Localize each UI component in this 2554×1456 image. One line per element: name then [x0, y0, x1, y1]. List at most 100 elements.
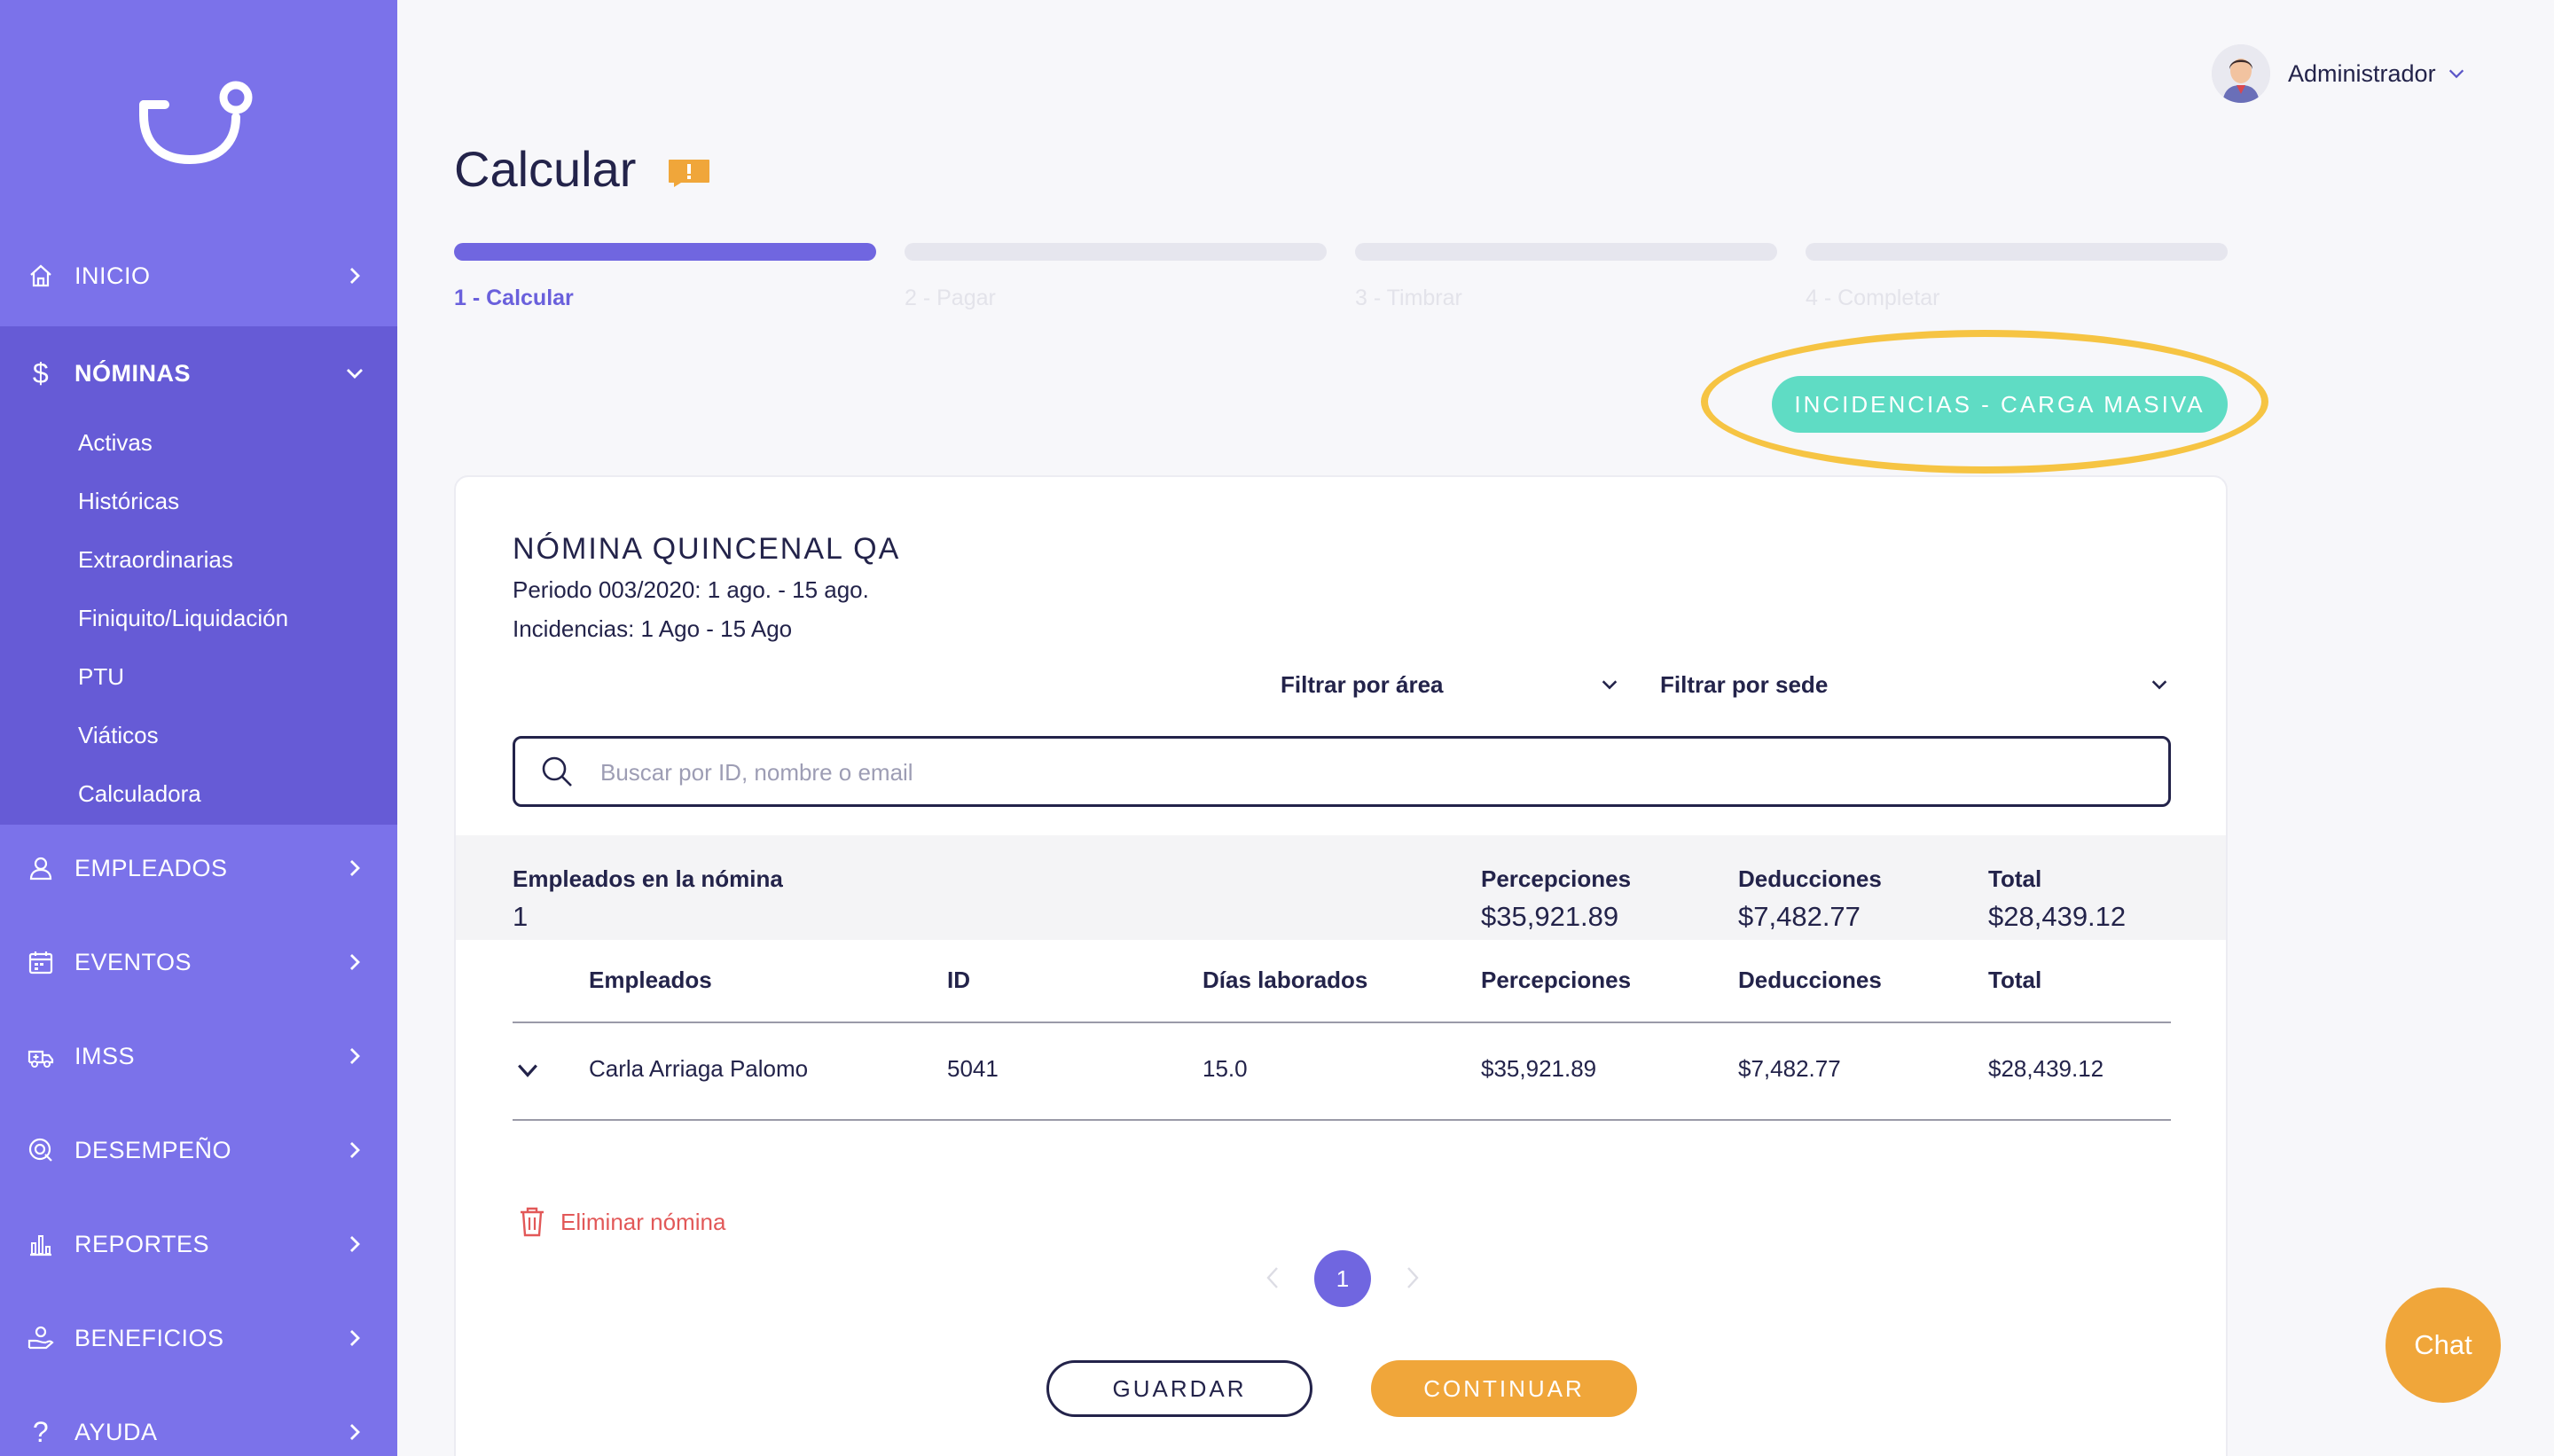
payroll-card: NÓMINA QUINCENAL QA Periodo 003/2020: 1 …	[454, 475, 2228, 1456]
chevron-down-icon	[347, 369, 363, 379]
col-header-percepciones: Percepciones	[1481, 967, 1632, 993]
cell-days-worked: 15.0	[1203, 1055, 1248, 1082]
sidebar-item-label: INICIO	[74, 262, 151, 289]
step-bar-timbrar	[1355, 243, 1777, 261]
table-divider	[513, 1119, 2171, 1121]
home-icon	[27, 262, 55, 290]
hand-benefit-icon	[27, 1324, 55, 1352]
pagination-prev-icon[interactable]	[1263, 1264, 1282, 1291]
continue-button[interactable]: CONTINUAR	[1371, 1360, 1637, 1417]
page-title: Calcular	[454, 141, 637, 197]
summary-employees-label: Empleados en la nómina	[513, 865, 783, 892]
sidebar-item-label: EVENTOS	[74, 948, 192, 975]
trash-icon	[521, 1207, 544, 1237]
step-bar-calcular	[454, 243, 876, 261]
step-bar-pagar	[905, 243, 1327, 261]
calendar-icon	[27, 948, 55, 976]
pagination-next-icon[interactable]	[1403, 1264, 1422, 1291]
sidebar-item-inicio[interactable]: INICIO	[0, 229, 397, 323]
sidebar-item-empleados[interactable]: EMPLEADOS	[0, 821, 397, 915]
chevron-right-icon	[350, 860, 360, 876]
submenu-item-ptu[interactable]: PTU	[78, 663, 124, 691]
sidebar-item-label: DESEMPEÑO	[74, 1136, 232, 1163]
submenu-item-historicas[interactable]: Históricas	[78, 488, 179, 515]
sidebar-item-label: IMSS	[74, 1042, 136, 1069]
sidebar-item-label: AYUDA	[74, 1418, 158, 1445]
col-header-deducciones: Deducciones	[1738, 967, 1882, 993]
payroll-title: NÓMINA QUINCENAL QA	[513, 532, 901, 566]
delete-payroll-label: Eliminar nómina	[560, 1208, 726, 1235]
chat-button[interactable]: Chat	[2386, 1288, 2501, 1403]
search-input[interactable]	[600, 755, 2108, 790]
submenu-item-calculadora[interactable]: Calculadora	[78, 780, 201, 808]
bulk-incidences-button[interactable]: INCIDENCIAS - CARGA MASIVA	[1772, 376, 2228, 433]
submenu-item-finiquito[interactable]: Finiquito/Liquidación	[78, 605, 288, 632]
cell-perceptions: $35,921.89	[1481, 1055, 1597, 1082]
summary-perceptions-value: $35,921.89	[1481, 901, 1619, 932]
chevron-right-icon	[350, 1048, 360, 1064]
dollar-icon: $	[32, 356, 50, 389]
submenu-item-viaticos[interactable]: Viáticos	[78, 722, 159, 749]
sidebar-item-label: BENEFICIOS	[74, 1324, 224, 1351]
cell-employee-name[interactable]: Carla Arriaga Palomo	[589, 1055, 808, 1083]
payroll-summary: Empleados en la nómina 1 Percepciones $3…	[456, 835, 2226, 940]
delete-payroll-link[interactable]: Eliminar nómina	[518, 1204, 725, 1240]
col-header-dias: Días laborados	[1203, 967, 1368, 993]
payroll-period: Periodo 003/2020: 1 ago. - 15 ago.	[513, 576, 869, 603]
summary-deductions-value: $7,482.77	[1738, 901, 1861, 932]
sidebar: INICIO $ NÓMINAS Activas Históricas Extr…	[0, 0, 397, 1456]
table-divider	[513, 1022, 2171, 1023]
step-label-completar[interactable]: 4 - Completar	[1806, 286, 1939, 311]
cell-total: $28,439.12	[1988, 1055, 2104, 1082]
step-label-pagar[interactable]: 2 - Pagar	[905, 286, 996, 311]
payroll-incidences: Incidencias: 1 Ago - 15 Ago	[513, 615, 793, 642]
user-name: Administrador	[2288, 59, 2436, 87]
summary-total-label: Total	[1988, 865, 2042, 892]
summary-perceptions-label: Percepciones	[1481, 865, 1632, 892]
sidebar-item-label: EMPLEADOS	[74, 854, 228, 881]
app-logo	[139, 81, 253, 165]
target-icon	[27, 1136, 55, 1164]
user-menu[interactable]: Administrador	[2212, 43, 2466, 105]
sidebar-item-reportes[interactable]: REPORTES	[0, 1197, 397, 1291]
sidebar-item-ayuda[interactable]: ? AYUDA	[0, 1385, 397, 1456]
sidebar-item-nominas[interactable]: $ NÓMINAS	[0, 326, 397, 420]
filter-area-label: Filtrar por área	[1281, 670, 1444, 698]
chevron-down-icon	[1602, 680, 1618, 690]
warning-badge-icon[interactable]	[667, 158, 711, 188]
chevron-right-icon	[350, 268, 360, 284]
filter-sede-select[interactable]: Filtrar por sede	[1660, 665, 2174, 704]
avatar	[2212, 44, 2270, 103]
col-header-total: Total	[1988, 967, 2042, 993]
question-icon: ?	[32, 1415, 50, 1448]
sidebar-item-imss[interactable]: IMSS	[0, 1009, 397, 1103]
col-header-empleados: Empleados	[589, 967, 712, 993]
summary-employees-value: 1	[513, 901, 529, 932]
filter-area-select[interactable]: Filtrar por área	[1281, 665, 1626, 704]
summary-deductions-label: Deducciones	[1738, 865, 1882, 892]
submenu-item-extraordinarias[interactable]: Extraordinarias	[78, 546, 233, 574]
bar-chart-icon	[27, 1230, 55, 1258]
step-label-calcular[interactable]: 1 - Calcular	[454, 286, 574, 311]
cell-employee-id: 5041	[947, 1055, 999, 1082]
chevron-down-icon	[2448, 69, 2464, 79]
chevron-right-icon	[350, 1330, 360, 1346]
search-box	[513, 736, 2171, 807]
sidebar-item-label: NÓMINAS	[74, 359, 191, 387]
chevron-right-icon	[350, 1142, 360, 1158]
summary-total-value: $28,439.12	[1988, 901, 2127, 932]
sidebar-item-desempeno[interactable]: DESEMPEÑO	[0, 1103, 397, 1197]
search-icon	[542, 756, 572, 787]
sidebar-item-beneficios[interactable]: BENEFICIOS	[0, 1291, 397, 1385]
filter-sede-label: Filtrar por sede	[1660, 670, 1829, 698]
chevron-right-icon	[350, 954, 360, 970]
pagination-page-1[interactable]: 1	[1314, 1250, 1371, 1307]
sidebar-item-eventos[interactable]: EVENTOS	[0, 915, 397, 1009]
chevron-down-icon	[2151, 680, 2167, 690]
nominas-submenu: Activas Históricas Extraordinarias Finiq…	[0, 420, 397, 825]
step-label-timbrar[interactable]: 3 - Timbrar	[1355, 286, 1462, 311]
ambulance-icon	[27, 1042, 55, 1070]
submenu-item-activas[interactable]: Activas	[78, 429, 153, 457]
save-button[interactable]: GUARDAR	[1046, 1360, 1312, 1417]
expand-row-chevron-icon[interactable]	[516, 1059, 539, 1082]
